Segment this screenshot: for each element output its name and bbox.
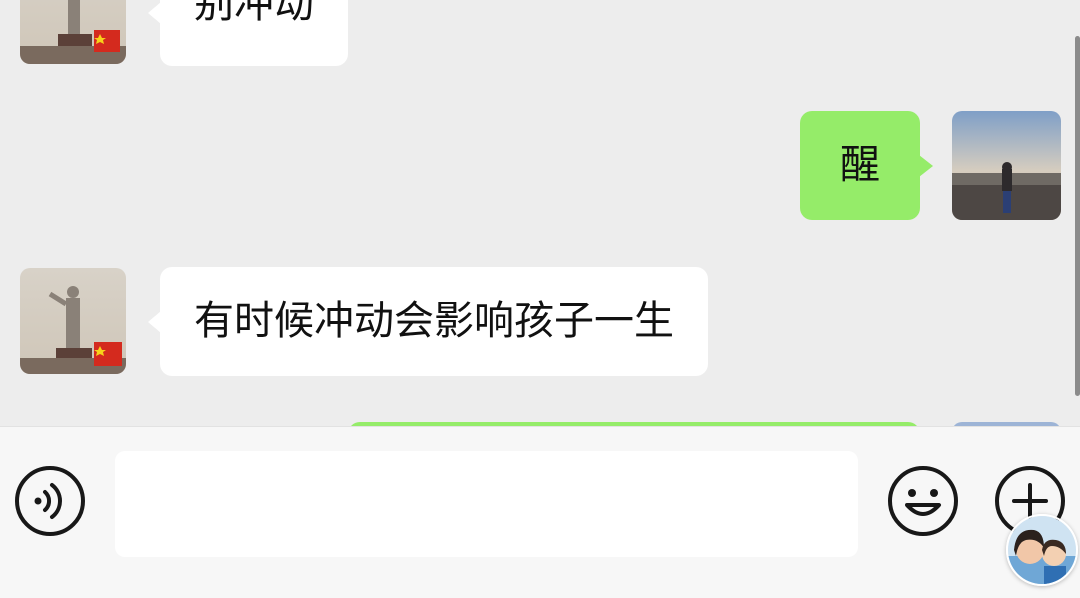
message-text: 醒 xyxy=(840,142,880,188)
message-text: 有时候冲动会影响孩子一生 xyxy=(194,298,674,344)
contact-avatar[interactable] xyxy=(20,0,126,64)
input-bar xyxy=(0,426,1080,598)
voice-icon xyxy=(15,466,85,536)
emoji-button[interactable] xyxy=(887,465,959,537)
chat-message-list[interactable]: 别冲动 醒 有时候冲动会影响孩子一生 xyxy=(0,0,1080,426)
message-bubble-incoming[interactable]: 有时候冲动会影响孩子一生 xyxy=(148,267,708,376)
message-input[interactable] xyxy=(115,451,858,557)
emoji-icon xyxy=(888,466,958,536)
floating-video-avatar[interactable] xyxy=(1006,514,1078,586)
message-bubble-incoming[interactable]: 别冲动 xyxy=(148,0,348,66)
contact-avatar[interactable] xyxy=(20,268,126,374)
message-text: 别冲动 xyxy=(194,0,314,27)
my-avatar[interactable] xyxy=(952,111,1061,220)
message-bubble-outgoing[interactable]: 醒 xyxy=(800,111,933,220)
scrollbar[interactable] xyxy=(1075,36,1080,396)
voice-button[interactable] xyxy=(14,465,86,537)
